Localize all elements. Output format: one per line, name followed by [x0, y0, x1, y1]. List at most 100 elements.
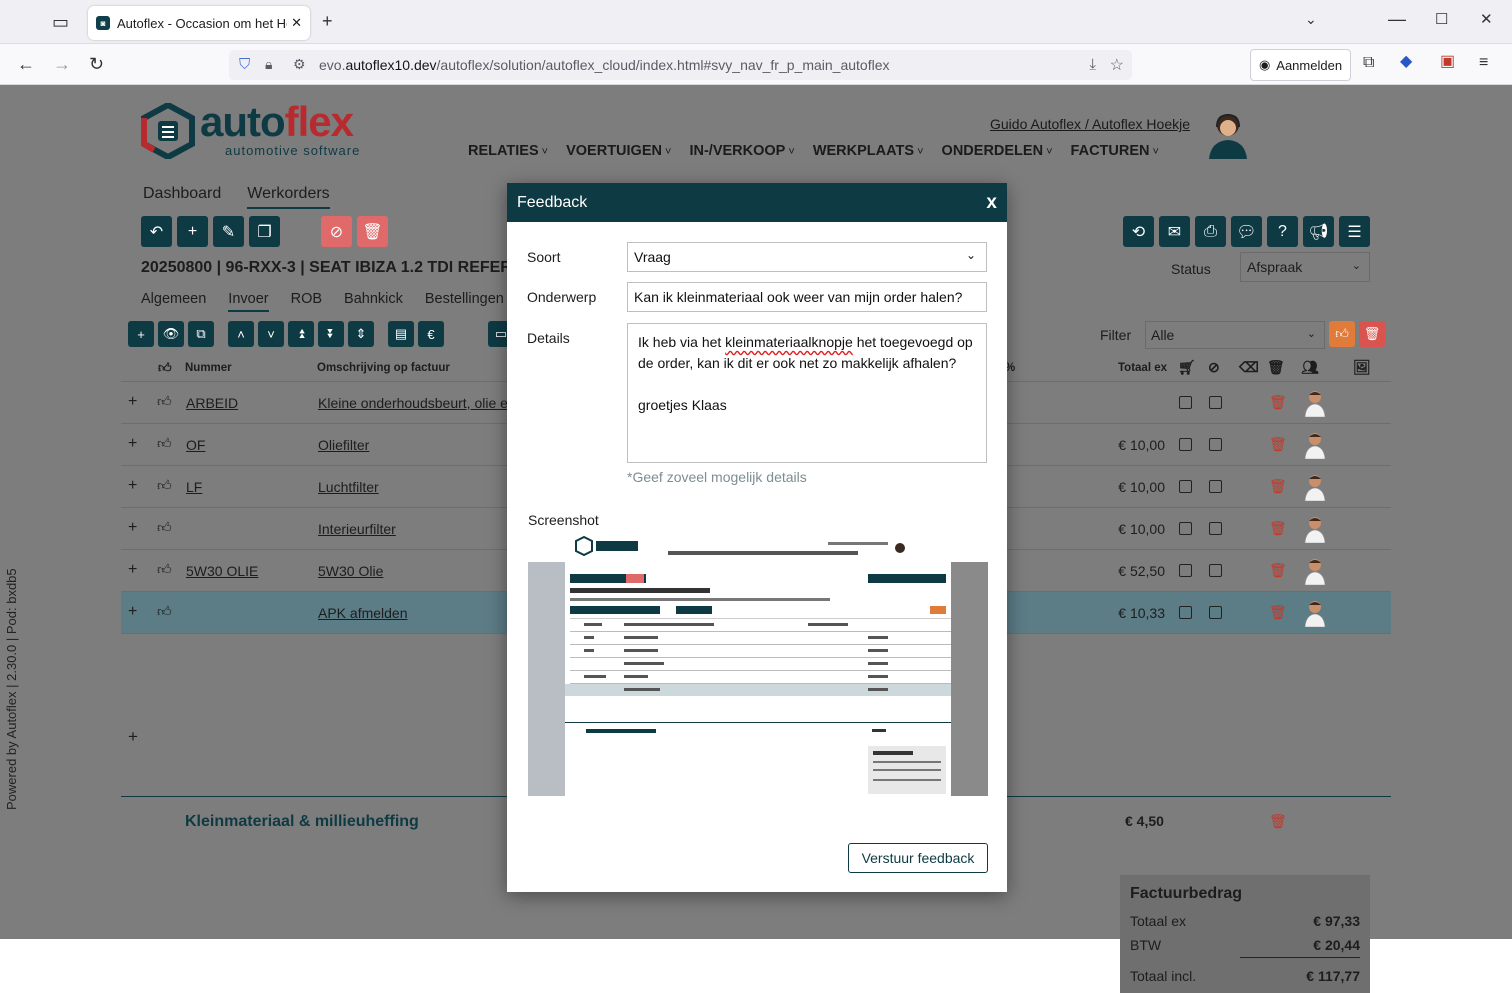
status-select[interactable]: Afspraak ⌄	[1240, 252, 1370, 282]
row-description[interactable]: Oliefilter	[318, 437, 369, 453]
tab-werkorders[interactable]: Werkorders	[247, 185, 330, 209]
nav-facturen[interactable]: FACTUREN	[1071, 143, 1159, 159]
notes-button[interactable]: ▤	[388, 321, 414, 347]
extension-new-icon[interactable]: ▣	[1440, 54, 1455, 70]
email-button[interactable]: ✉	[1159, 216, 1190, 247]
history-button[interactable]: ⟲	[1123, 216, 1154, 247]
row-description[interactable]: Kleine onderhoudsbeurt, olie e	[318, 395, 508, 411]
edit-button[interactable]: ✎	[213, 216, 244, 247]
nav-in-verkoop[interactable]: IN-/VERKOOP	[689, 143, 794, 159]
send-feedback-button[interactable]: Verstuur feedback	[848, 843, 988, 873]
permissions-icon[interactable]: ⚙	[293, 56, 306, 73]
thumbs-up-icon[interactable]: 👍︎	[157, 477, 172, 494]
no-order-checkbox[interactable]	[1209, 480, 1222, 493]
filter-select[interactable]: Alle ⌄	[1145, 321, 1325, 349]
row-number[interactable]: LF	[186, 479, 202, 495]
row-description[interactable]: Interieurfilter	[318, 521, 396, 537]
expand-row-icon[interactable]: +	[128, 603, 137, 621]
mechanic-avatar-icon[interactable]	[1303, 473, 1327, 501]
expand-row-icon[interactable]: +	[128, 435, 137, 453]
cancel-button[interactable]: ⊘	[321, 216, 352, 247]
no-order-checkbox[interactable]	[1209, 522, 1222, 535]
move-down-button[interactable]: ˅	[258, 321, 284, 347]
reload-icon[interactable]: ↻	[89, 55, 104, 73]
order-checkbox[interactable]	[1179, 438, 1192, 451]
thumbs-up-icon[interactable]: 👍︎	[157, 561, 172, 578]
chat-button[interactable]: 💬︎	[1231, 216, 1262, 247]
chevron-down-icon[interactable]: ⌄	[1305, 12, 1317, 26]
trash-icon[interactable]: 🗑︎	[1269, 394, 1287, 411]
menu-icon[interactable]: ≡	[1479, 55, 1488, 71]
trash-icon[interactable]: 🗑︎	[1269, 604, 1287, 621]
tab-dashboard[interactable]: Dashboard	[143, 185, 221, 209]
no-order-checkbox[interactable]	[1209, 606, 1222, 619]
row-number[interactable]: 5W30 OLIE	[186, 563, 258, 579]
thumbs-up-icon[interactable]: 👍︎	[157, 603, 172, 620]
expand-row-icon[interactable]: +	[128, 477, 137, 495]
address-bar[interactable]: ⛉ 🔒︎ ⚙ evo. autoflex10.dev/autoflex/solut…	[229, 50, 1132, 80]
add-row-icon[interactable]: +	[128, 727, 138, 747]
nav-onderdelen[interactable]: ONDERDELEN	[942, 143, 1053, 159]
mechanic-avatar-icon[interactable]	[1303, 515, 1327, 543]
new-tab-icon[interactable]: +	[322, 12, 333, 30]
view-button[interactable]: 👁︎	[158, 321, 184, 347]
thumbs-up-icon[interactable]: 👍︎	[157, 435, 172, 452]
tab-bestellingen[interactable]: Bestellingen	[425, 291, 504, 312]
mechanic-avatar-icon[interactable]	[1303, 431, 1327, 459]
mechanic-avatar-icon[interactable]	[1303, 557, 1327, 585]
minimize-icon[interactable]: —	[1388, 10, 1406, 28]
back-icon[interactable]: ←	[17, 55, 35, 73]
trash-icon[interactable]: 🗑︎	[1269, 478, 1287, 495]
delete-button[interactable]: 🗑︎	[357, 216, 388, 247]
mechanic-avatar-icon[interactable]	[1303, 389, 1327, 417]
nav-werkplaats[interactable]: WERKPLAATS	[813, 143, 924, 159]
order-checkbox[interactable]	[1179, 606, 1192, 619]
row-description[interactable]: 5W30 Olie	[318, 563, 383, 579]
copy-button[interactable]: ❐	[249, 216, 280, 247]
expand-row-icon[interactable]: +	[128, 519, 137, 537]
trash-icon[interactable]: 🗑︎	[1269, 562, 1287, 579]
expand-row-icon[interactable]: +	[128, 561, 137, 579]
forward-icon[interactable]: →	[53, 55, 71, 73]
help-button[interactable]: ?	[1267, 216, 1298, 247]
announce-button[interactable]: 📢︎	[1303, 216, 1334, 247]
order-checkbox[interactable]	[1179, 522, 1192, 535]
col-total[interactable]: Totaal ex	[1118, 362, 1167, 374]
close-icon[interactable]: x	[986, 192, 997, 214]
add-button[interactable]: +	[177, 216, 208, 247]
maximize-icon[interactable]: ☐	[1435, 12, 1448, 27]
download-page-icon[interactable]: ⤓	[1089, 56, 1096, 73]
nav-voertuigen[interactable]: VOERTUIGEN	[566, 143, 671, 159]
signin-button[interactable]: ◉ Aanmelden	[1250, 49, 1351, 81]
tab-rob[interactable]: ROB	[291, 291, 322, 312]
order-checkbox[interactable]	[1179, 396, 1192, 409]
mechanic-avatar-icon[interactable]	[1303, 599, 1327, 627]
order-checkbox[interactable]	[1179, 564, 1192, 577]
add-line-button[interactable]: +	[128, 321, 154, 347]
tab-overview-icon[interactable]: ▭	[52, 13, 69, 31]
price-button[interactable]: €	[418, 321, 444, 347]
print-button[interactable]: ⎙	[1195, 216, 1226, 247]
move-up-button[interactable]: ˄	[228, 321, 254, 347]
sort-button[interactable]: ⇕	[348, 321, 374, 347]
move-bottom-button[interactable]: ⏬︎	[318, 321, 344, 347]
tab-invoer[interactable]: Invoer	[228, 291, 269, 312]
row-description[interactable]: APK afmelden	[318, 605, 408, 621]
close-window-icon[interactable]: ✕	[1480, 12, 1493, 27]
menu-button[interactable]: ☰	[1339, 216, 1370, 247]
lock-icon[interactable]: 🔒︎	[265, 56, 272, 73]
move-top-button[interactable]: ⏫︎	[288, 321, 314, 347]
user-account-link[interactable]: Guido Autoflex / Autoflex Hoekje	[990, 116, 1190, 132]
screenshot-preview[interactable]	[528, 536, 988, 796]
tab-bahnkick[interactable]: Bahnkick	[344, 291, 403, 312]
tab-algemeen[interactable]: Algemeen	[141, 291, 206, 312]
trash-icon[interactable]: 🗑︎	[1269, 520, 1287, 537]
support-avatar-icon[interactable]	[1205, 109, 1251, 159]
back-button[interactable]: ↶	[141, 216, 172, 247]
order-checkbox[interactable]	[1179, 480, 1192, 493]
nav-relaties[interactable]: RELATIES	[468, 143, 548, 159]
row-number[interactable]: OF	[186, 437, 205, 453]
col-description[interactable]: Omschrijving op factuur	[317, 362, 450, 374]
approve-all-button[interactable]: 👍︎	[1329, 321, 1355, 347]
trash-icon[interactable]: 🗑︎	[1269, 436, 1287, 453]
